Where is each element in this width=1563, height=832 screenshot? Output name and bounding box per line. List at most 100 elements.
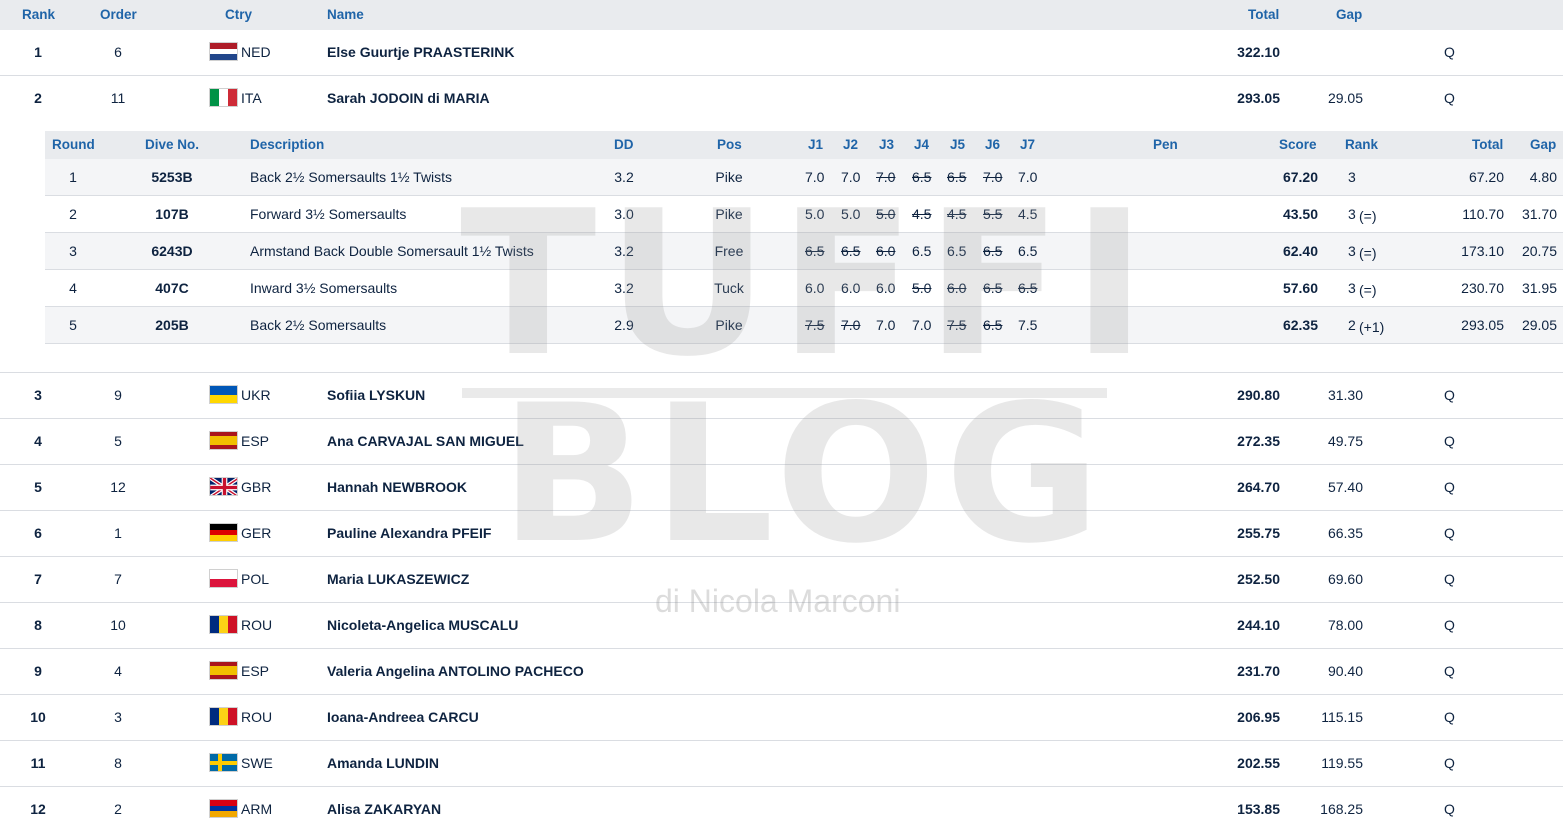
country-code: ITA <box>241 90 262 106</box>
dive-row: 2 107B Forward 3½ Somersaults 3.0 Pike 5.0 5.0… <box>45 196 1563 233</box>
judge-score-j6: 6.5 <box>983 243 1003 259</box>
table-row[interactable]: 3 9 UKR Sofiia LYSKUN 290.80 31.30 Q <box>0 373 1563 419</box>
table-row[interactable]: 2 11 ITA Sarah JODOIN di MARIA 293.05 29.05 Q <box>0 76 1563 122</box>
detail-header-rank: Rank <box>1345 137 1379 152</box>
dive-number: 6243D <box>151 243 193 259</box>
total-cell: 290.80 <box>1237 387 1280 403</box>
table-row[interactable]: 1 6 NED Else Guurtje PRAASTERINK 322.10 Q <box>0 30 1563 76</box>
round-cell: 1 <box>69 169 77 185</box>
dive-row: 4 407C Inward 3½ Somersaults 3.2 Tuck 6.0 6.0 6… <box>45 270 1563 307</box>
gap-cell: 78.00 <box>1327 617 1363 633</box>
dive-total: 173.10 <box>1461 243 1504 259</box>
table-row[interactable]: 5 12 GBR Hannah NEWBROOK 264.70 57.40 Q <box>0 465 1563 511</box>
total-cell: 293.05 <box>1237 90 1280 106</box>
gap-cell: 57.40 <box>1327 479 1363 495</box>
judge-score-j6: 5.5 <box>983 206 1003 222</box>
table-row[interactable]: 7 7 POL Maria LUKASZEWICZ 252.50 69.60 Q <box>0 557 1563 603</box>
rank-cell: 9 <box>34 663 42 679</box>
dive-row: 1 5253B Back 2½ Somersaults 1½ Twists 3.2 Pi… <box>45 159 1563 196</box>
dive-score: 57.60 <box>1282 280 1318 296</box>
header-gap[interactable]: Gap <box>1336 7 1362 22</box>
header-ctry[interactable]: Ctry <box>225 7 252 22</box>
athlete-name: Ana CARVAJAL SAN MIGUEL <box>327 433 524 449</box>
table-row[interactable]: 8 10 ROU Nicoleta-Angelica MUSCALU 244.10 78.… <box>0 603 1563 649</box>
flag-icon <box>209 385 238 404</box>
dive-description: Armstand Back Double Somersault 1½ Twist… <box>250 243 534 259</box>
position-cell: Free <box>714 243 744 259</box>
table-row[interactable]: 4 5 ESP Ana CARVAJAL SAN MIGUEL 272.35 49.75 Q <box>0 419 1563 465</box>
detail-header-j5: J5 <box>950 137 966 152</box>
table-row[interactable]: 6 1 GER Pauline Alexandra PFEIF 255.75 66.35 Q <box>0 511 1563 557</box>
dive-description: Back 2½ Somersaults <box>250 317 387 333</box>
order-cell: 6 <box>114 44 122 60</box>
judge-score-j5: 6.5 <box>947 243 967 259</box>
table-row[interactable]: 11 8 SWE Amanda LUNDIN 202.55 119.55 Q <box>0 741 1563 787</box>
total-cell: 322.10 <box>1237 44 1280 60</box>
dive-row: 3 6243D Armstand Back Double Somersault 1½… <box>45 233 1563 270</box>
position-cell: Tuck <box>714 280 744 296</box>
order-cell: 2 <box>114 801 122 817</box>
judge-score-j4: 7.0 <box>912 317 932 333</box>
table-row[interactable]: 10 3 ROU Ioana-Andreea CARCU 206.95 115.15 Q <box>0 695 1563 741</box>
flag-icon <box>209 753 238 772</box>
judge-score-j7: 4.5 <box>1018 206 1038 222</box>
dive-number: 205B <box>155 317 189 333</box>
rank-cell: 7 <box>34 571 42 587</box>
dive-rank: 3 <box>1348 206 1356 222</box>
position-cell: Pike <box>715 317 743 333</box>
order-cell: 1 <box>114 525 122 541</box>
dive-gap: 4.80 <box>1529 169 1557 185</box>
detail-header-round: Round <box>52 137 95 152</box>
rank-cell: 6 <box>34 525 42 541</box>
country-code: ESP <box>241 663 270 679</box>
rank-change: (=) <box>1359 245 1377 261</box>
country-code: ROU <box>241 709 273 725</box>
flag-icon <box>209 569 238 588</box>
order-cell: 8 <box>114 755 122 771</box>
judge-score-j5: 6.5 <box>947 169 967 185</box>
header-rank[interactable]: Rank <box>22 7 55 22</box>
header-name[interactable]: Name <box>327 7 364 22</box>
detail-header-j7: J7 <box>1020 137 1036 152</box>
judge-score-j5: 6.0 <box>947 280 967 296</box>
table-row[interactable]: 12 2 ARM Alisa ZAKARYAN 153.85 168.25 Q <box>0 787 1563 832</box>
judge-score-j3: 6.0 <box>876 280 896 296</box>
rank-cell: 12 <box>30 801 46 817</box>
header-total[interactable]: Total <box>1248 7 1279 22</box>
dive-rank: 2 <box>1348 317 1356 333</box>
dive-number: 107B <box>155 206 189 222</box>
dive-score: 62.35 <box>1282 317 1318 333</box>
dive-number: 407C <box>155 280 189 296</box>
flag-icon <box>209 42 238 61</box>
results-table-header: Rank Order Ctry Name Total Gap <box>0 0 1563 30</box>
table-row[interactable]: 9 4 ESP Valeria Angelina ANTOLINO PACHECO 23… <box>0 649 1563 695</box>
qualified-mark: Q <box>1444 755 1455 771</box>
judge-score-j7: 7.0 <box>1018 169 1038 185</box>
difficulty-cell: 3.2 <box>614 280 634 296</box>
rank-change: (+1) <box>1359 319 1385 335</box>
order-cell: 4 <box>114 663 122 679</box>
judge-score-j3: 6.0 <box>876 243 896 259</box>
dive-description: Inward 3½ Somersaults <box>250 280 398 296</box>
athlete-name: Valeria Angelina ANTOLINO PACHECO <box>327 663 584 679</box>
total-cell: 202.55 <box>1237 755 1280 771</box>
total-cell: 252.50 <box>1237 571 1280 587</box>
athlete-name: Nicoleta-Angelica MUSCALU <box>327 617 519 633</box>
detail-header-desc: Description <box>250 137 325 152</box>
order-cell: 3 <box>114 709 122 725</box>
round-cell: 2 <box>69 206 77 222</box>
flag-icon <box>209 431 238 450</box>
detail-header-gap: Gap <box>1530 137 1557 152</box>
rank-cell: 2 <box>34 90 42 106</box>
flag-icon <box>209 661 238 680</box>
athlete-name: Pauline Alexandra PFEIF <box>327 525 492 541</box>
order-cell: 11 <box>110 90 126 106</box>
order-cell: 5 <box>114 433 122 449</box>
country-code: SWE <box>241 755 273 771</box>
country-code: POL <box>241 571 270 587</box>
detail-header-j1: J1 <box>808 137 824 152</box>
order-cell: 7 <box>114 571 122 587</box>
dive-description: Back 2½ Somersaults 1½ Twists <box>250 169 453 185</box>
dive-detail-panel: Round Dive No. Description DD Pos J1 J2 … <box>0 121 1563 373</box>
header-order[interactable]: Order <box>100 7 137 22</box>
